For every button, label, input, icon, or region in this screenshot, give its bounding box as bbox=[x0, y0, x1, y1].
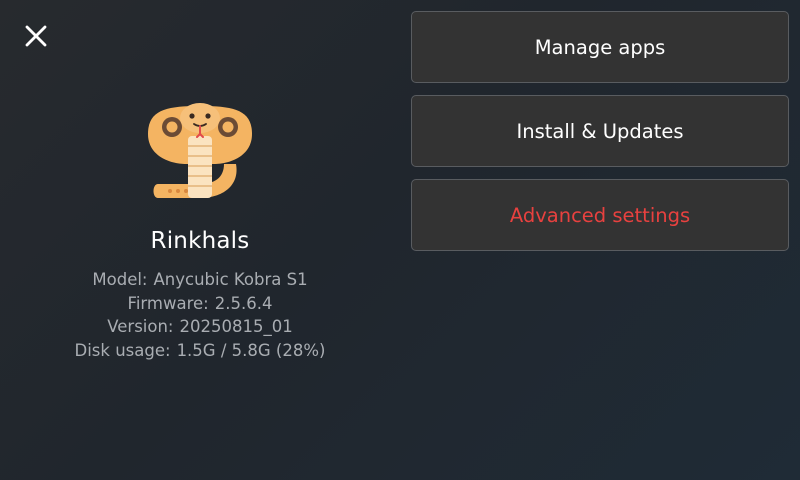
model-label: Model: bbox=[92, 270, 148, 289]
version-label: Version: bbox=[107, 317, 174, 336]
model-value: Anycubic Kobra S1 bbox=[153, 270, 308, 289]
disk-usage-line: Disk usage: 1.5G / 5.8G (28%) bbox=[75, 339, 326, 363]
version-value: 20250815_01 bbox=[179, 317, 293, 336]
model-line: Model: Anycubic Kobra S1 bbox=[92, 268, 307, 292]
disk-usage-label: Disk usage: bbox=[74, 340, 171, 360]
cobra-logo-icon bbox=[148, 103, 252, 198]
close-icon bbox=[25, 25, 47, 47]
install-updates-button[interactable]: Install & Updates bbox=[411, 95, 789, 167]
disk-usage-value: 1.5G / 5.8G (28%) bbox=[176, 340, 326, 360]
settings-menu: Manage apps Install & Updates Advanced s… bbox=[411, 11, 789, 251]
close-button[interactable] bbox=[18, 18, 54, 54]
manage-apps-button[interactable]: Manage apps bbox=[411, 11, 789, 83]
firmware-line: Firmware: 2.5.6.4 bbox=[128, 292, 273, 316]
version-line: Version: 20250815_01 bbox=[107, 315, 292, 339]
app-info-panel: Rinkhals Model: Anycubic Kobra S1 Firmwar… bbox=[0, 100, 400, 362]
device-info: Model: Anycubic Kobra S1 Firmware: 2.5.6.4… bbox=[75, 268, 326, 362]
firmware-label: Firmware: bbox=[127, 293, 209, 313]
firmware-value: 2.5.6.4 bbox=[214, 293, 273, 313]
app-name: Rinkhals bbox=[150, 228, 250, 254]
advanced-settings-button[interactable]: Advanced settings bbox=[411, 179, 789, 251]
